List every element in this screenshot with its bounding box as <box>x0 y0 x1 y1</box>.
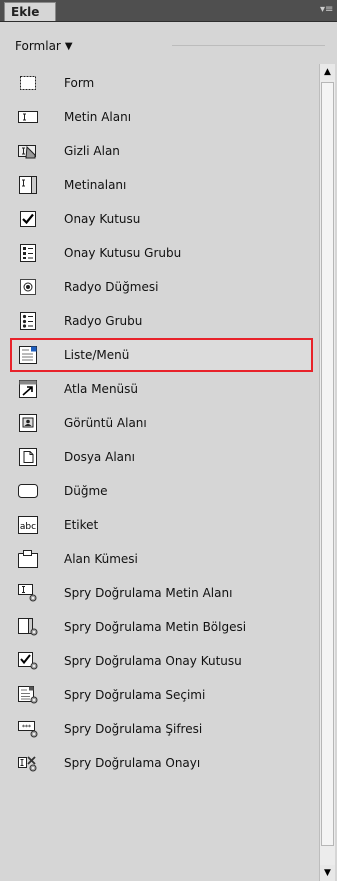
list-item-textarea[interactable]: Metinalanı <box>0 168 317 202</box>
hidden-field-icon <box>18 142 38 160</box>
list-item-radio-group[interactable]: Radyo Grubu <box>0 304 317 338</box>
list-item-label: Alan Kümesi <box>64 552 138 566</box>
list-item-label: Spry Doğrulama Şifresi <box>64 722 203 736</box>
list-item-button[interactable]: Düğme <box>0 474 317 508</box>
category-label: Formlar <box>15 39 61 53</box>
list-item-label: Spry Doğrulama Metin Alanı <box>64 586 233 600</box>
list-item-spry-confirm[interactable]: Spry Doğrulama Onayı <box>0 746 317 780</box>
checkbox-group-icon <box>18 244 38 262</box>
spry-password-icon: *** <box>18 720 38 738</box>
spry-textarea-icon <box>18 618 38 636</box>
spry-confirm-icon <box>18 754 38 772</box>
list-item-label: Etiket <box>64 518 99 532</box>
spry-text-field-icon <box>18 584 38 602</box>
list-item-label: Dosya Alanı <box>64 450 135 464</box>
spry-checkbox-icon <box>18 652 38 670</box>
list-item-label: Gizli Alan <box>64 144 120 158</box>
list-item-spry-select[interactable]: Spry Doğrulama Seçimi <box>0 678 317 712</box>
category-divider <box>172 45 325 46</box>
list-item-label: Metinalanı <box>64 178 127 192</box>
list-item-label: Onay Kutusu Grubu <box>64 246 182 260</box>
list-item-checkbox[interactable]: Onay Kutusu <box>0 202 317 236</box>
list-item-form[interactable]: Form <box>0 66 317 100</box>
list-item-label: Görüntü Alanı <box>64 416 147 430</box>
form-icon <box>18 74 38 92</box>
list-item-label: Metin Alanı <box>64 110 132 124</box>
fieldset-icon <box>18 550 38 568</box>
list-item-file-field[interactable]: Dosya Alanı <box>0 440 317 474</box>
list-item-image-field[interactable]: Görüntü Alanı <box>0 406 317 440</box>
text-field-icon <box>18 108 38 126</box>
list-item-fieldset[interactable]: Alan Kümesi <box>0 542 317 576</box>
textarea-icon <box>18 176 38 194</box>
jump-menu-icon <box>18 380 38 398</box>
insert-list: Form Metin Alanı Gizli Alan Metinalanı O… <box>0 66 317 881</box>
list-item-spry-password[interactable]: *** Spry Doğrulama Şifresi <box>0 712 317 746</box>
list-item-hidden-field[interactable]: Gizli Alan <box>0 134 317 168</box>
list-item-label: Liste/Menü <box>64 348 130 362</box>
spry-select-icon <box>18 686 38 704</box>
vertical-scrollbar[interactable]: ▲ ▼ <box>319 64 335 881</box>
list-item-label: Onay Kutusu <box>64 212 141 226</box>
list-item-label: Düğme <box>64 484 108 498</box>
radio-button-icon <box>18 278 38 296</box>
list-item-label-element[interactable]: abc Etiket <box>0 508 317 542</box>
list-item-label: Radyo Düğmesi <box>64 280 159 294</box>
file-field-icon <box>18 448 38 466</box>
list-item-spry-text-field[interactable]: Spry Doğrulama Metin Alanı <box>0 576 317 610</box>
image-field-icon <box>18 414 38 432</box>
list-item-spry-checkbox[interactable]: Spry Doğrulama Onay Kutusu <box>0 644 317 678</box>
list-item-checkbox-group[interactable]: Onay Kutusu Grubu <box>0 236 317 270</box>
scroll-up-icon[interactable]: ▲ <box>320 64 335 80</box>
svg-text:abc: abc <box>20 522 36 532</box>
list-item-label: Atla Menüsü <box>64 382 139 396</box>
list-item-jump-menu[interactable]: Atla Menüsü <box>0 372 317 406</box>
list-item-text-field[interactable]: Metin Alanı <box>0 100 317 134</box>
list-item-label: Spry Doğrulama Seçimi <box>64 688 206 702</box>
list-item-label: Spry Doğrulama Onayı <box>64 756 201 770</box>
list-menu-icon <box>18 346 38 364</box>
radio-group-icon <box>18 312 38 330</box>
button-icon <box>18 482 38 500</box>
list-item-label: Spry Doğrulama Onay Kutusu <box>64 654 242 668</box>
panel-tab-bar: Ekle ▾≡ <box>0 0 337 22</box>
label-icon: abc <box>18 516 38 534</box>
caret-down-icon: ▼ <box>64 40 73 52</box>
tab-ekle[interactable]: Ekle <box>4 2 56 21</box>
list-item-list-menu[interactable]: Liste/Menü <box>10 338 313 372</box>
category-dropdown[interactable]: Formlar ▼ <box>15 37 73 55</box>
list-item-label: Spry Doğrulama Metin Bölgesi <box>64 620 247 634</box>
list-item-label: Form <box>64 76 95 90</box>
panel-menu-icon[interactable]: ▾≡ <box>320 4 333 16</box>
checkbox-icon <box>18 210 38 228</box>
svg-text:***: *** <box>22 724 31 731</box>
scroll-down-icon[interactable]: ▼ <box>320 865 335 881</box>
list-item-label: Radyo Grubu <box>64 314 143 328</box>
list-item-radio-button[interactable]: Radyo Düğmesi <box>0 270 317 304</box>
scrollbar-thumb[interactable] <box>321 82 334 846</box>
list-item-spry-textarea[interactable]: Spry Doğrulama Metin Bölgesi <box>0 610 317 644</box>
